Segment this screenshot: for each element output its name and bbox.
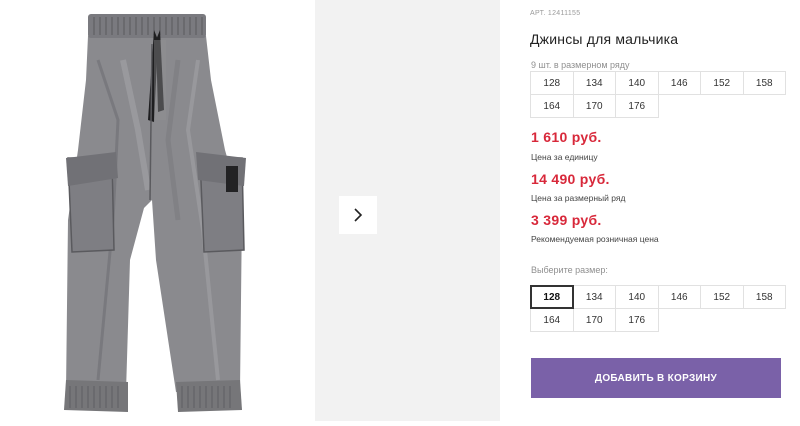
product-photo[interactable] [28, 0, 300, 421]
size-picker: 128 134 140 146 152 158 164 170 176 [530, 285, 786, 332]
next-image-button[interactable] [339, 196, 377, 234]
size-row-cell: 158 [742, 71, 786, 95]
size-row-note: 9 шт. в размерном ряду [531, 60, 630, 70]
size-picker-label: Выберите размер: [531, 265, 608, 275]
size-option[interactable]: 164 [530, 308, 574, 332]
size-option[interactable]: 134 [572, 285, 616, 309]
retail-price-caption: Рекомендуемая розничная цена [531, 234, 659, 244]
size-row-cell: 146 [657, 71, 701, 95]
retail-price: 3 399 руб. [531, 212, 602, 228]
size-row-cell: 152 [700, 71, 744, 95]
add-to-cart-button[interactable]: ДОБАВИТЬ В КОРЗИНУ [531, 358, 781, 398]
size-row-cell: 134 [572, 71, 616, 95]
unit-price: 1 610 руб. [531, 129, 602, 145]
size-row-cell: 176 [615, 94, 659, 118]
size-option[interactable]: 152 [700, 285, 744, 309]
size-option[interactable]: 170 [572, 308, 616, 332]
row-price-caption: Цена за размерный ряд [531, 193, 626, 203]
size-row-cell: 170 [572, 94, 616, 118]
size-row-cell: 128 [530, 71, 574, 95]
size-row-cell: 140 [615, 71, 659, 95]
product-gallery [0, 0, 500, 421]
product-title: Джинсы для мальчика [530, 31, 679, 47]
row-price: 14 490 руб. [531, 171, 610, 187]
chevron-right-icon [354, 208, 363, 222]
size-option[interactable]: 128 [530, 285, 574, 309]
unit-price-caption: Цена за единицу [531, 152, 598, 162]
size-option[interactable]: 146 [657, 285, 701, 309]
jeans-illustration [64, 14, 246, 412]
size-row-table: 128 134 140 146 152 158 164 170 176 [530, 71, 786, 118]
size-option[interactable]: 140 [615, 285, 659, 309]
size-row-cell: 164 [530, 94, 574, 118]
size-option[interactable]: 176 [615, 308, 659, 332]
size-option[interactable]: 158 [742, 285, 786, 309]
article-number: АРТ. 12411155 [530, 10, 581, 17]
